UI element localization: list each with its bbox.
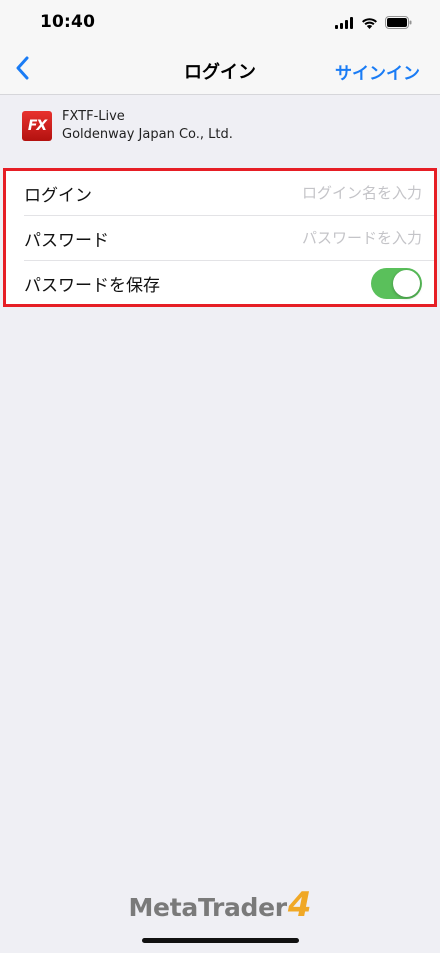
save-password-toggle[interactable] xyxy=(371,268,422,299)
login-label: ログイン xyxy=(24,186,92,206)
wifi-icon xyxy=(361,14,378,33)
signal-icon xyxy=(335,14,354,33)
navigation-bar: ログイン サインイン xyxy=(0,46,440,95)
save-password-label: パスワードを保存 xyxy=(24,276,160,296)
server-company: Goldenway Japan Co., Ltd. xyxy=(62,127,233,142)
login-form: ログイン パスワード パスワードを保存 xyxy=(3,168,437,307)
save-password-row: パスワードを保存 xyxy=(6,261,434,306)
home-indicator[interactable] xyxy=(142,938,299,943)
broker-logo: FX xyxy=(22,111,52,141)
brand-name: MetaTrader xyxy=(128,893,287,922)
brand-number: 4 xyxy=(287,885,312,925)
status-bar: 10:40 xyxy=(0,0,440,46)
password-input[interactable] xyxy=(232,225,422,251)
login-input[interactable] xyxy=(232,180,422,206)
status-icons xyxy=(335,14,412,33)
metatrader-logo: MetaTrader4 xyxy=(0,885,440,925)
status-time: 10:40 xyxy=(40,12,96,32)
server-info: FX FXTF-Live Goldenway Japan Co., Ltd. xyxy=(22,108,233,144)
toggle-knob xyxy=(393,270,420,297)
battery-icon xyxy=(385,14,412,33)
server-name: FXTF-Live xyxy=(62,109,125,124)
login-row: ログイン xyxy=(6,171,434,216)
password-label: パスワード xyxy=(24,231,109,251)
server-text: FXTF-Live Goldenway Japan Co., Ltd. xyxy=(62,108,233,144)
sign-in-button[interactable]: サインイン xyxy=(335,59,420,84)
password-row: パスワード xyxy=(6,216,434,261)
